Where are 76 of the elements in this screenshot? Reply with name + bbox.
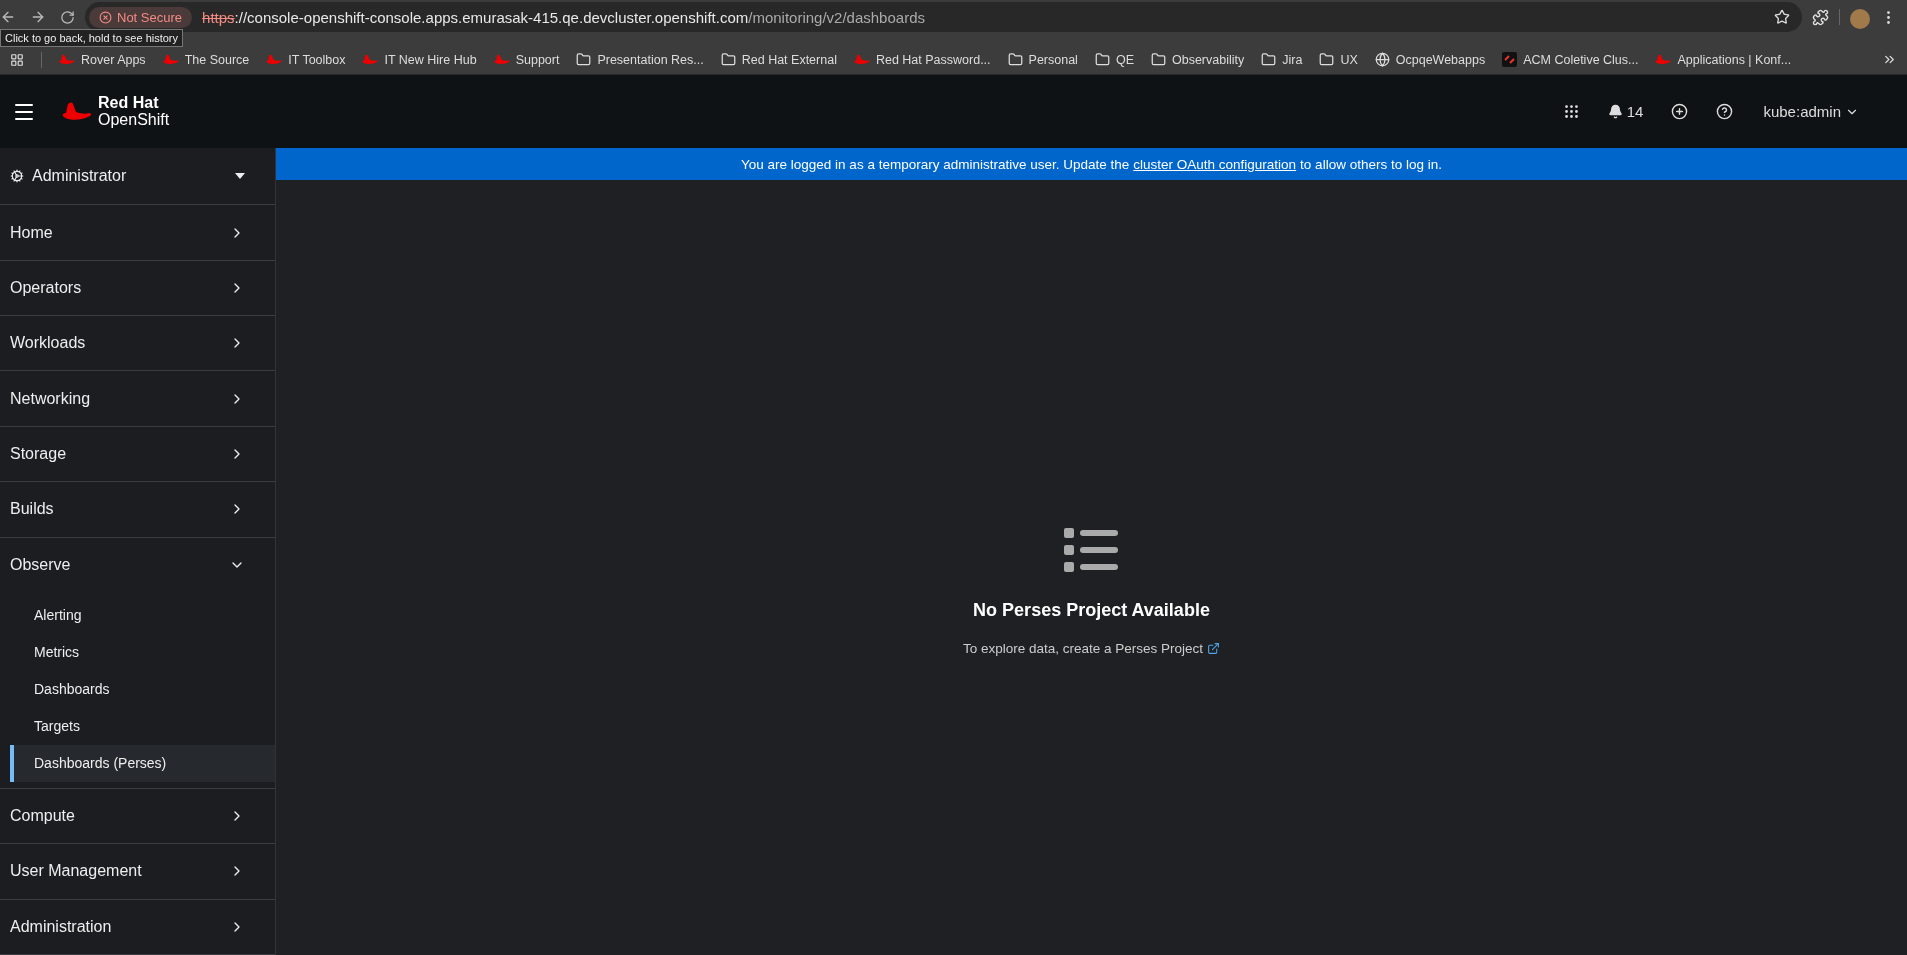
nav-subitem[interactable]: Dashboards (Perses): [10, 744, 275, 782]
bookmark[interactable]: Rover Apps: [59, 52, 146, 67]
help-icon[interactable]: [1716, 103, 1734, 120]
folder-icon: [1007, 52, 1023, 67]
hat-icon: [162, 53, 179, 66]
bookmark[interactable]: Observability: [1150, 52, 1245, 67]
banner-text: You are logged in as a temporary administrative user. Update the: [741, 156, 1130, 172]
nav-subitem[interactable]: Metrics: [10, 633, 275, 671]
bookmark[interactable]: QE: [1094, 52, 1134, 67]
hat-icon: [493, 53, 510, 66]
nav-item[interactable]: Storage: [0, 426, 275, 483]
bell-icon: [1607, 104, 1623, 119]
add-icon[interactable]: [1671, 103, 1689, 120]
extensions-icon[interactable]: [1812, 9, 1829, 26]
user-menu[interactable]: kube:admin: [1757, 102, 1865, 121]
nav-item[interactable]: Home: [0, 205, 275, 261]
notifications-button[interactable]: 14: [1607, 103, 1644, 120]
bookmark[interactable]: IT New Hire Hub: [362, 52, 477, 67]
caret-icon: [235, 173, 245, 180]
folder-icon: [1150, 52, 1166, 67]
app-launcher-icon[interactable]: [1562, 103, 1580, 120]
bookmark[interactable]: Red Hat External: [720, 52, 837, 67]
redhat-logo-icon: [62, 101, 92, 122]
nav-item[interactable]: Networking: [0, 371, 275, 427]
gear-icon: [10, 169, 24, 184]
bookmark[interactable]: ACM Coletive Clus...: [1502, 52, 1639, 67]
avatar[interactable]: [1850, 9, 1870, 29]
external-link-icon[interactable]: [1207, 642, 1221, 655]
hat-icon: [1655, 53, 1672, 66]
nav-subitem[interactable]: Targets: [10, 707, 275, 745]
nav-item[interactable]: Compute: [0, 788, 275, 845]
folder-icon: [720, 52, 736, 67]
product-name: OpenShift: [98, 111, 170, 129]
security-chip[interactable]: Not Secure: [89, 6, 193, 28]
bookmark[interactable]: The Source: [162, 52, 250, 67]
reload-icon[interactable]: [60, 9, 75, 25]
hat-icon: [59, 53, 75, 66]
bookmark[interactable]: IT Toolbox: [266, 52, 346, 67]
nav-item[interactable]: Observe: [0, 537, 275, 593]
banner-text: to allow others to log in.: [1300, 156, 1442, 172]
app-icon: [1502, 52, 1518, 67]
list-icon: [1063, 528, 1120, 572]
hat-icon: [362, 53, 379, 66]
nav-subitem[interactable]: Dashboards: [10, 670, 275, 708]
folder-icon: [1261, 52, 1277, 67]
address-bar[interactable]: Not Secure https://console-openshift-console.apps.emurasak-415.qe.devcluster.openshift.com/monitoring/v2/dashboards: [85, 2, 1802, 32]
bookmark[interactable]: Jira: [1261, 52, 1303, 67]
folder-icon: [1094, 52, 1110, 67]
forward-icon[interactable]: [30, 9, 46, 25]
bookmark[interactable]: Applications | Konf...: [1655, 52, 1792, 67]
globe-icon: [1374, 52, 1390, 67]
bookmark[interactable]: UX: [1319, 52, 1358, 67]
folder-icon: [576, 52, 592, 67]
tooltip: Click to go back, hold to see history: [0, 29, 184, 47]
nav-item[interactable]: Operators: [0, 260, 275, 317]
nav-item[interactable]: Builds: [0, 482, 275, 538]
apps-icon[interactable]: [10, 52, 24, 67]
hat-icon: [266, 53, 283, 66]
nav-subitem[interactable]: Alerting: [10, 596, 275, 634]
bookmark[interactable]: Presentation Res...: [576, 52, 704, 67]
bookmark[interactable]: Support: [493, 52, 560, 67]
nav-item[interactable]: User Management: [0, 844, 275, 900]
bookmark[interactable]: Red Hat Password...: [853, 52, 991, 67]
perspective-switcher[interactable]: Administrator: [0, 148, 275, 206]
bookmark-star-icon[interactable]: [1774, 9, 1790, 25]
back-icon[interactable]: [0, 9, 16, 25]
hat-icon: [853, 53, 870, 66]
bookmark[interactable]: Personal: [1007, 52, 1078, 67]
bookmark[interactable]: OcpqeWebapps: [1374, 52, 1486, 67]
oauth-link[interactable]: cluster OAuth configuration: [1133, 156, 1297, 172]
nav-item[interactable]: Administration: [0, 899, 275, 955]
folder-icon: [1319, 52, 1335, 67]
empty-state-text: To explore data, create a Perses Project: [962, 641, 1204, 656]
empty-state-title: No Perses Project Available: [973, 600, 1210, 621]
nav-item[interactable]: Workloads: [0, 316, 275, 372]
brand-name: Red Hat: [98, 94, 160, 112]
